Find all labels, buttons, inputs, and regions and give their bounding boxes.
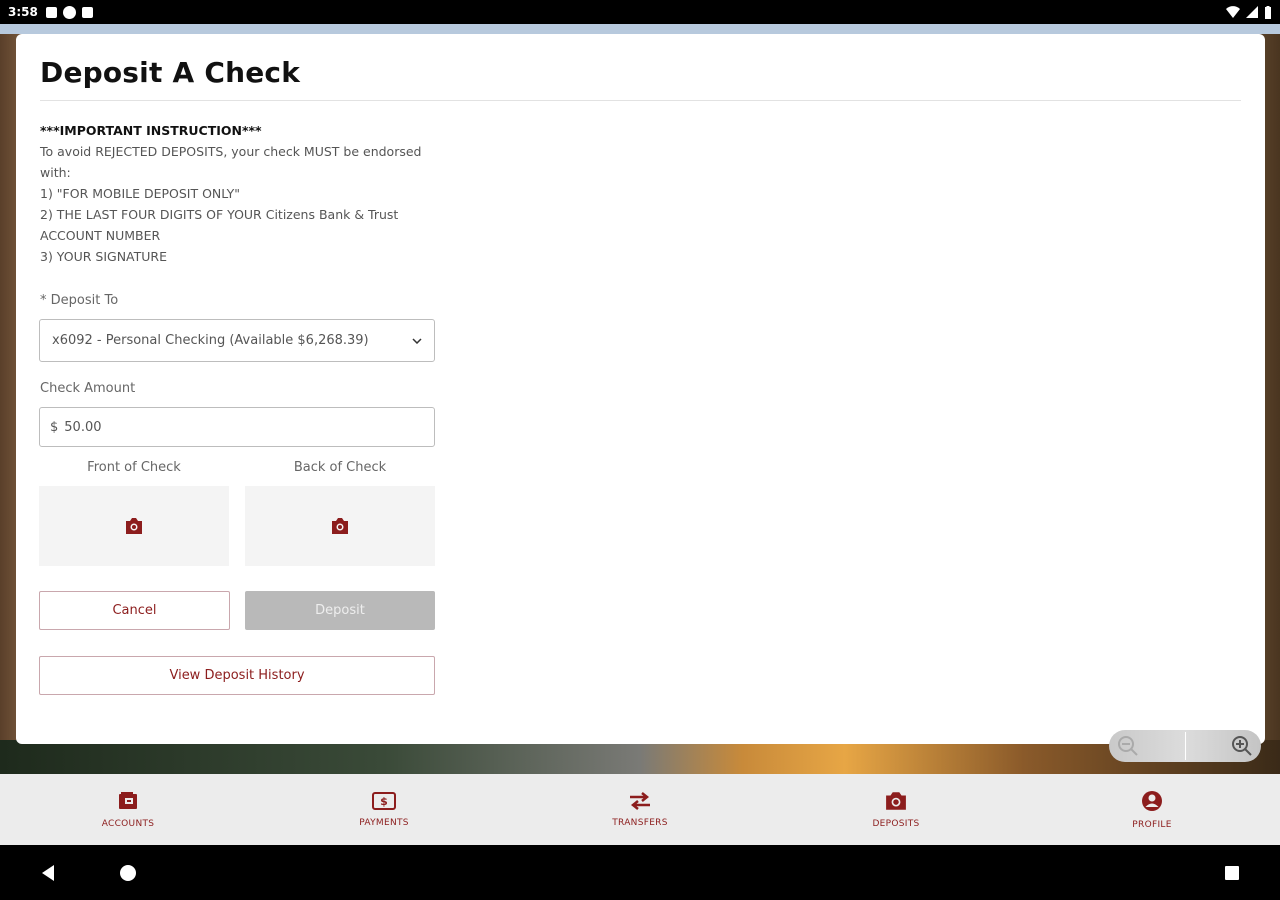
nav-profile[interactable]: PROFILE [1024, 774, 1280, 845]
currency-symbol: $ [50, 419, 59, 435]
view-deposit-history-button[interactable]: View Deposit History [39, 656, 435, 695]
signal-icon [1246, 6, 1258, 18]
deposit-to-select[interactable]: x6092 - Personal Checking (Available $6,… [39, 319, 435, 362]
deposit-button[interactable]: Deposit [245, 591, 435, 630]
notification-icon [45, 6, 57, 18]
cancel-button[interactable]: Cancel [39, 591, 230, 630]
nav-accounts[interactable]: ACCOUNTS [0, 774, 256, 845]
notification-icon [62, 5, 76, 19]
zoom-control [1109, 730, 1261, 762]
nav-label: ACCOUNTS [101, 818, 155, 829]
front-of-check-capture[interactable] [39, 486, 229, 566]
battery-icon [1265, 5, 1271, 19]
status-notification-icons [45, 5, 93, 19]
background-sky [0, 24, 1280, 34]
person-icon [1142, 790, 1162, 811]
dollar-icon: $ [372, 791, 396, 810]
instruction-line: 3) YOUR SIGNATURE [40, 249, 168, 264]
back-icon[interactable] [40, 864, 56, 882]
deposit-to-value: x6092 - Personal Checking (Available $6,… [52, 333, 369, 348]
instruction-line: 2) THE LAST FOUR DIGITS OF YOUR Citizens… [40, 207, 399, 243]
endorsement-instructions: ***IMPORTANT INSTRUCTION*** To avoid REJ… [40, 120, 435, 267]
check-amount-label: Check Amount [40, 381, 136, 396]
bottom-navigation: ACCOUNTS $ PAYMENTS TRANSFERS DEPOSITS P… [0, 774, 1280, 845]
back-of-check-capture[interactable] [245, 486, 435, 566]
nav-label: PROFILE [1132, 819, 1172, 830]
nav-label: PAYMENTS [359, 817, 409, 828]
page-title: Deposit A Check [40, 56, 301, 89]
nav-label: DEPOSITS [872, 818, 920, 829]
sd-card-icon [81, 6, 93, 18]
deposit-to-label: * Deposit To [40, 293, 119, 308]
check-amount-input[interactable]: $ 50.00 [39, 407, 435, 447]
nav-deposits[interactable]: DEPOSITS [768, 774, 1024, 845]
home-icon[interactable] [119, 864, 137, 882]
title-divider [40, 100, 1241, 101]
zoom-in-icon[interactable] [1231, 735, 1253, 757]
wifi-icon [1226, 6, 1240, 18]
zoom-separator [1184, 732, 1186, 760]
wallet-icon [119, 791, 137, 809]
instruction-line: To avoid REJECTED DEPOSITS, your check M… [40, 144, 422, 180]
camera-icon [886, 791, 906, 810]
back-of-check-label: Back of Check [293, 460, 387, 475]
chevron-down-icon [412, 334, 422, 347]
front-of-check-label: Front of Check [87, 460, 181, 475]
camera-icon [332, 518, 348, 534]
nav-label: TRANSFERS [612, 817, 668, 828]
camera-icon [126, 518, 142, 534]
background-ground [0, 740, 1280, 774]
recents-icon[interactable] [1224, 865, 1240, 881]
swap-arrows-icon [630, 791, 650, 810]
check-amount-value: 50.00 [64, 419, 102, 435]
zoom-out-icon[interactable] [1117, 735, 1139, 757]
system-navigation-bar [0, 845, 1280, 900]
instructions-heading: ***IMPORTANT INSTRUCTION*** [40, 123, 262, 138]
nav-payments[interactable]: $ PAYMENTS [256, 774, 512, 845]
svg-text:$: $ [380, 795, 388, 808]
instruction-line: 1) "FOR MOBILE DEPOSIT ONLY" [40, 186, 240, 201]
status-time: 3:58 [8, 5, 38, 19]
deposit-check-modal: Deposit A Check ***IMPORTANT INSTRUCTION… [16, 34, 1265, 744]
status-bar: 3:58 [0, 0, 1280, 24]
status-system-icons [1226, 5, 1272, 19]
nav-transfers[interactable]: TRANSFERS [512, 774, 768, 845]
